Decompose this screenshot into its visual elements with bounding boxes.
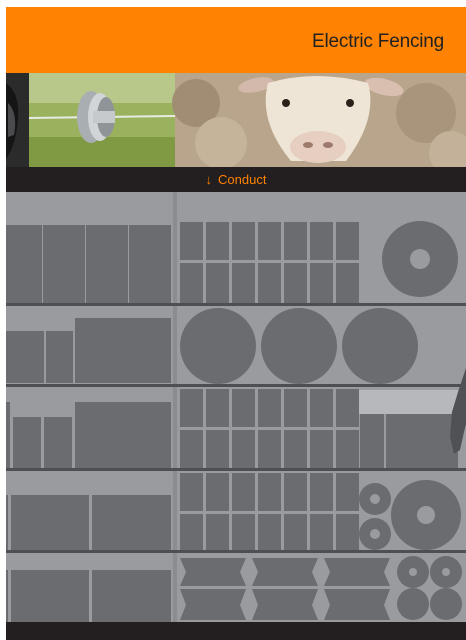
page-footer-bar [6, 622, 466, 640]
conduct-link-label: Conduct [218, 172, 267, 187]
category-nav: ↓ Conduct [6, 167, 466, 192]
arrow-down-icon: ↓ [205, 172, 213, 187]
page: Electric Fencing ↓ Conduct [0, 0, 466, 640]
product-shelf-illustration [6, 192, 466, 622]
shelf-row-1 [6, 221, 466, 306]
shelf-row-5 [6, 556, 462, 622]
page-title: Electric Fencing [312, 31, 444, 52]
hero-banner [6, 73, 466, 167]
fence-insulator-photo [28, 73, 176, 167]
shelf-row-4 [6, 473, 466, 553]
sheep-face-photo [172, 73, 466, 167]
shelf-row-3 [6, 368, 466, 471]
page-header: Electric Fencing [6, 7, 466, 73]
shelf-row-2 [6, 308, 466, 387]
sheep-ear-photo [6, 73, 29, 167]
conduct-link[interactable]: ↓ Conduct [6, 172, 466, 187]
